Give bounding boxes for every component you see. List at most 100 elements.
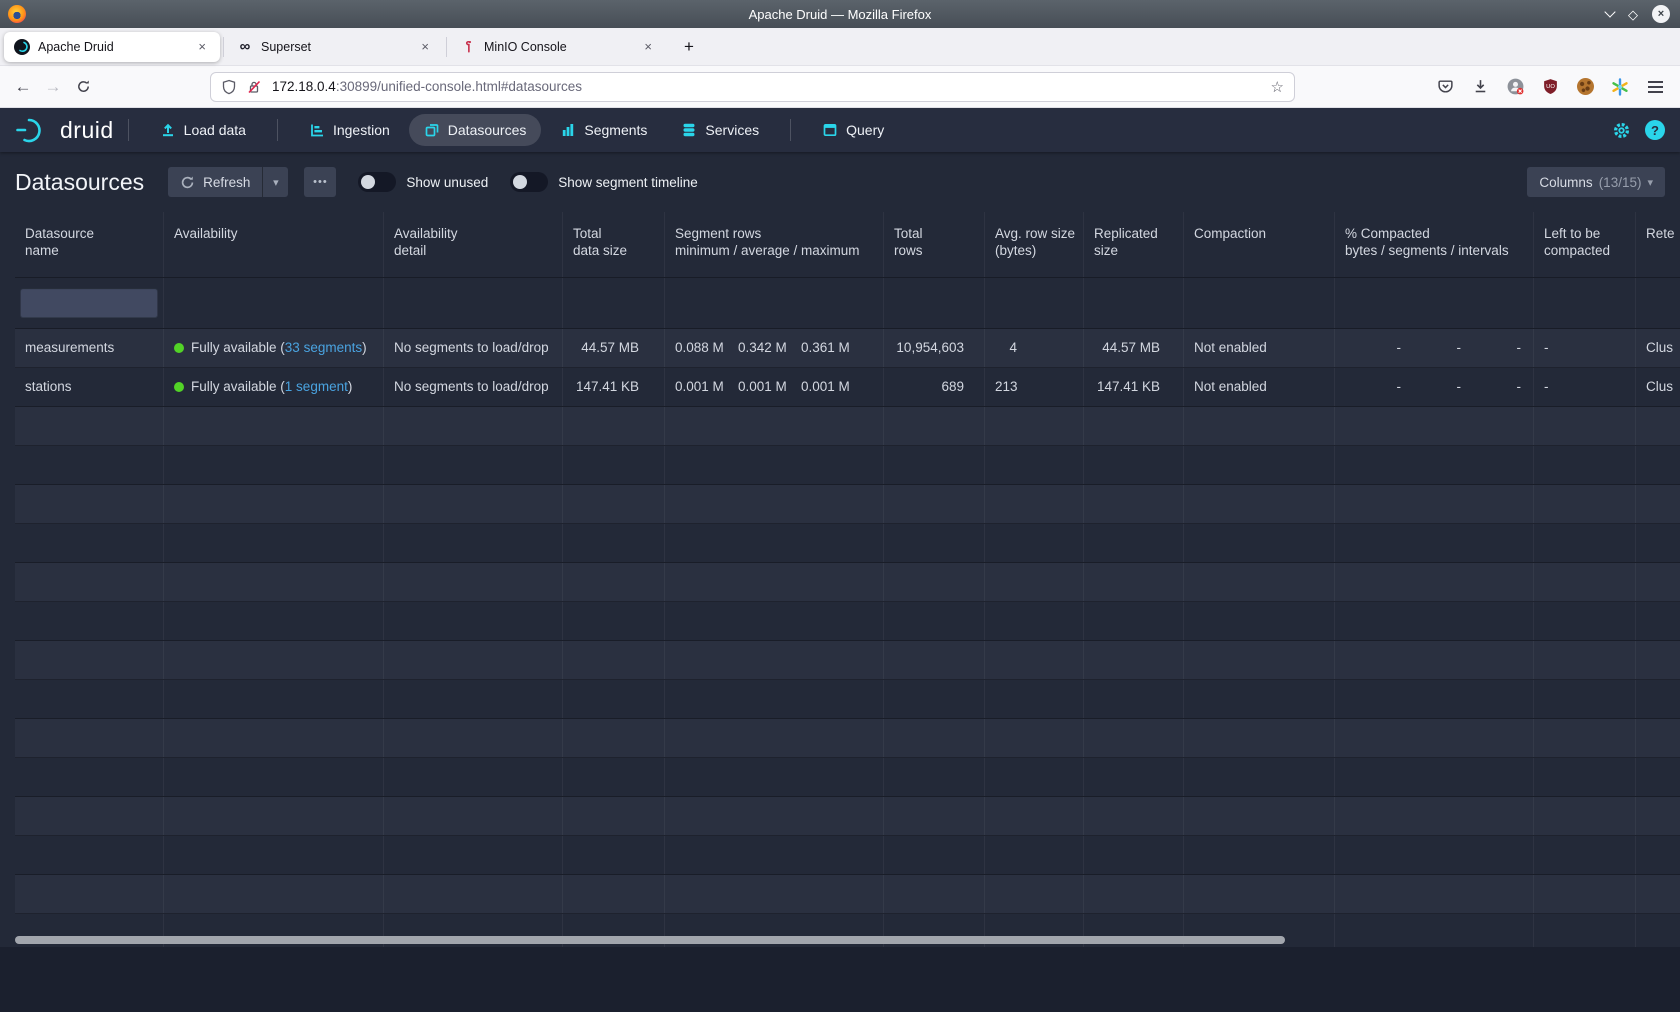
pocket-icon[interactable]	[1434, 76, 1456, 98]
table-cell-empty	[563, 563, 665, 601]
url-input[interactable]: 172.18.0.4:30899/unified-console.html#da…	[210, 72, 1295, 102]
table-cell-empty	[1335, 680, 1534, 718]
table-cell-empty	[884, 875, 985, 913]
table-cell-empty	[164, 641, 384, 679]
privacy-extension-icon[interactable]	[1504, 76, 1526, 98]
tab-label: Superset	[261, 40, 311, 54]
downloads-icon[interactable]	[1469, 76, 1491, 98]
cell-datasource-name: measurements	[15, 329, 164, 367]
column-header-availability-detail[interactable]: Availabilitydetail	[384, 212, 563, 277]
table-cell-empty	[1534, 836, 1636, 874]
table-row-empty	[15, 875, 1680, 914]
columns-button[interactable]: Columns (13/15) ▾	[1527, 167, 1665, 197]
new-tab-button[interactable]: +	[678, 37, 700, 57]
cookie-extension-icon[interactable]	[1574, 76, 1596, 98]
toggle-knob	[361, 175, 375, 189]
column-header-availability[interactable]: Availability	[164, 212, 384, 277]
menu-hamburger-icon[interactable]	[1644, 76, 1666, 98]
table-cell-empty	[985, 797, 1084, 835]
table-cell-empty	[1534, 641, 1636, 679]
column-header-pct-compacted[interactable]: % Compactedbytes / segments / intervals	[1335, 212, 1534, 277]
nav-item-ingestion[interactable]: Ingestion	[294, 114, 405, 146]
column-header-total-data-size[interactable]: Totaldata size	[563, 212, 665, 277]
tab-close-icon[interactable]: ×	[194, 37, 210, 56]
column-header-segment-rows[interactable]: Segment rowsminimum / average / maximum	[665, 212, 884, 277]
table-cell-empty	[15, 446, 164, 484]
shield-icon[interactable]	[221, 79, 237, 95]
window-close-icon[interactable]: ×	[1652, 5, 1670, 23]
table-cell-empty	[884, 407, 985, 445]
column-header-retention[interactable]: Rete	[1636, 212, 1680, 277]
window-maximize-icon[interactable]: ◇	[1628, 8, 1638, 21]
tab-minio[interactable]: MinIO Console ×	[450, 32, 666, 62]
horizontal-scrollbar[interactable]	[15, 936, 1285, 944]
nav-item-load-data[interactable]: Load data	[145, 114, 261, 146]
column-header-left-to-be-compacted[interactable]: Left to becompacted	[1534, 212, 1636, 277]
show-segment-timeline-toggle[interactable]	[510, 172, 548, 192]
column-header-datasource-name[interactable]: Datasourcename	[15, 212, 164, 277]
druid-logo[interactable]: druid	[15, 116, 114, 144]
tab-apache-druid[interactable]: Apache Druid ×	[4, 32, 220, 62]
toolbar-extensions: UO	[1434, 76, 1672, 98]
tab-close-icon[interactable]: ×	[417, 37, 433, 56]
nav-item-datasources[interactable]: Datasources	[409, 114, 542, 146]
table-cell-empty	[563, 485, 665, 523]
reload-icon[interactable]	[68, 72, 98, 102]
tab-separator	[223, 37, 224, 57]
help-icon[interactable]: ?	[1645, 120, 1665, 140]
forward-icon[interactable]: →	[38, 72, 68, 102]
nav-item-services[interactable]: Services	[666, 114, 774, 146]
table-cell-empty	[884, 758, 985, 796]
druid-logo-icon	[15, 116, 53, 144]
segments-link[interactable]: 33 segments	[285, 340, 362, 355]
table-cell-empty	[884, 641, 985, 679]
table-body: measurements Fully available (33 segment…	[0, 329, 1680, 953]
column-header-avg-row-size[interactable]: Avg. row size(bytes)	[985, 212, 1084, 277]
column-header-total-rows[interactable]: Totalrows	[884, 212, 985, 277]
table-cell-empty	[1084, 836, 1184, 874]
table-cell-empty	[384, 758, 563, 796]
cell-segment-rows: 0.001 M0.001 M0.001 M	[665, 368, 884, 406]
cell-pct-compacted: ---	[1335, 329, 1534, 367]
table-cell-empty	[563, 836, 665, 874]
table-cell-empty	[15, 563, 164, 601]
table-cell-empty	[164, 875, 384, 913]
page-header: Datasources Refresh ▾ ••• Show unused Sh…	[0, 152, 1680, 212]
nav-item-query[interactable]: Query	[807, 114, 899, 146]
table-cell-empty	[985, 485, 1084, 523]
table-cell-empty	[884, 485, 985, 523]
datasource-name-filter-input[interactable]	[20, 288, 158, 318]
cell-left-to-be-compacted: -	[1534, 329, 1636, 367]
back-icon[interactable]: ←	[8, 72, 38, 102]
table-row-empty	[15, 641, 1680, 680]
ublock-icon[interactable]: UO	[1539, 76, 1561, 98]
refresh-dropdown-button[interactable]: ▾	[262, 167, 288, 197]
tab-superset[interactable]: ∞ Superset ×	[227, 32, 443, 62]
druid-brand-text: druid	[60, 117, 114, 144]
window-minimize-icon[interactable]	[1604, 6, 1615, 17]
page-title: Datasources	[15, 169, 144, 196]
table-cell-empty	[1184, 407, 1335, 445]
available-dot-icon	[174, 382, 184, 392]
table-row-stations: stations Fully available (1 segment) No …	[15, 368, 1680, 407]
bookmark-star-icon[interactable]: ☆	[1271, 78, 1284, 96]
lock-slash-icon[interactable]	[246, 79, 262, 95]
cell-availability-detail: No segments to load/drop	[384, 368, 563, 406]
tab-close-icon[interactable]: ×	[640, 37, 656, 56]
table-cell-empty	[1636, 602, 1680, 640]
table-cell-empty	[1335, 641, 1534, 679]
refresh-button[interactable]: Refresh	[168, 167, 262, 197]
cell-avg-row-size: 213	[985, 368, 1084, 406]
multicolor-asterisk-extension-icon[interactable]	[1609, 76, 1631, 98]
table-cell-empty	[985, 719, 1084, 757]
more-actions-button[interactable]: •••	[304, 167, 336, 197]
nav-item-segments[interactable]: Segments	[545, 114, 662, 146]
datasources-table: Datasourcename Availability Availability…	[0, 212, 1680, 953]
settings-gear-icon[interactable]	[1612, 121, 1631, 140]
show-unused-toggle[interactable]	[358, 172, 396, 192]
column-header-compaction[interactable]: Compaction	[1184, 212, 1335, 277]
table-row-empty	[15, 719, 1680, 758]
segments-link[interactable]: 1 segment	[285, 379, 348, 394]
column-header-replicated-size[interactable]: Replicatedsize	[1084, 212, 1184, 277]
table-cell-empty	[15, 680, 164, 718]
